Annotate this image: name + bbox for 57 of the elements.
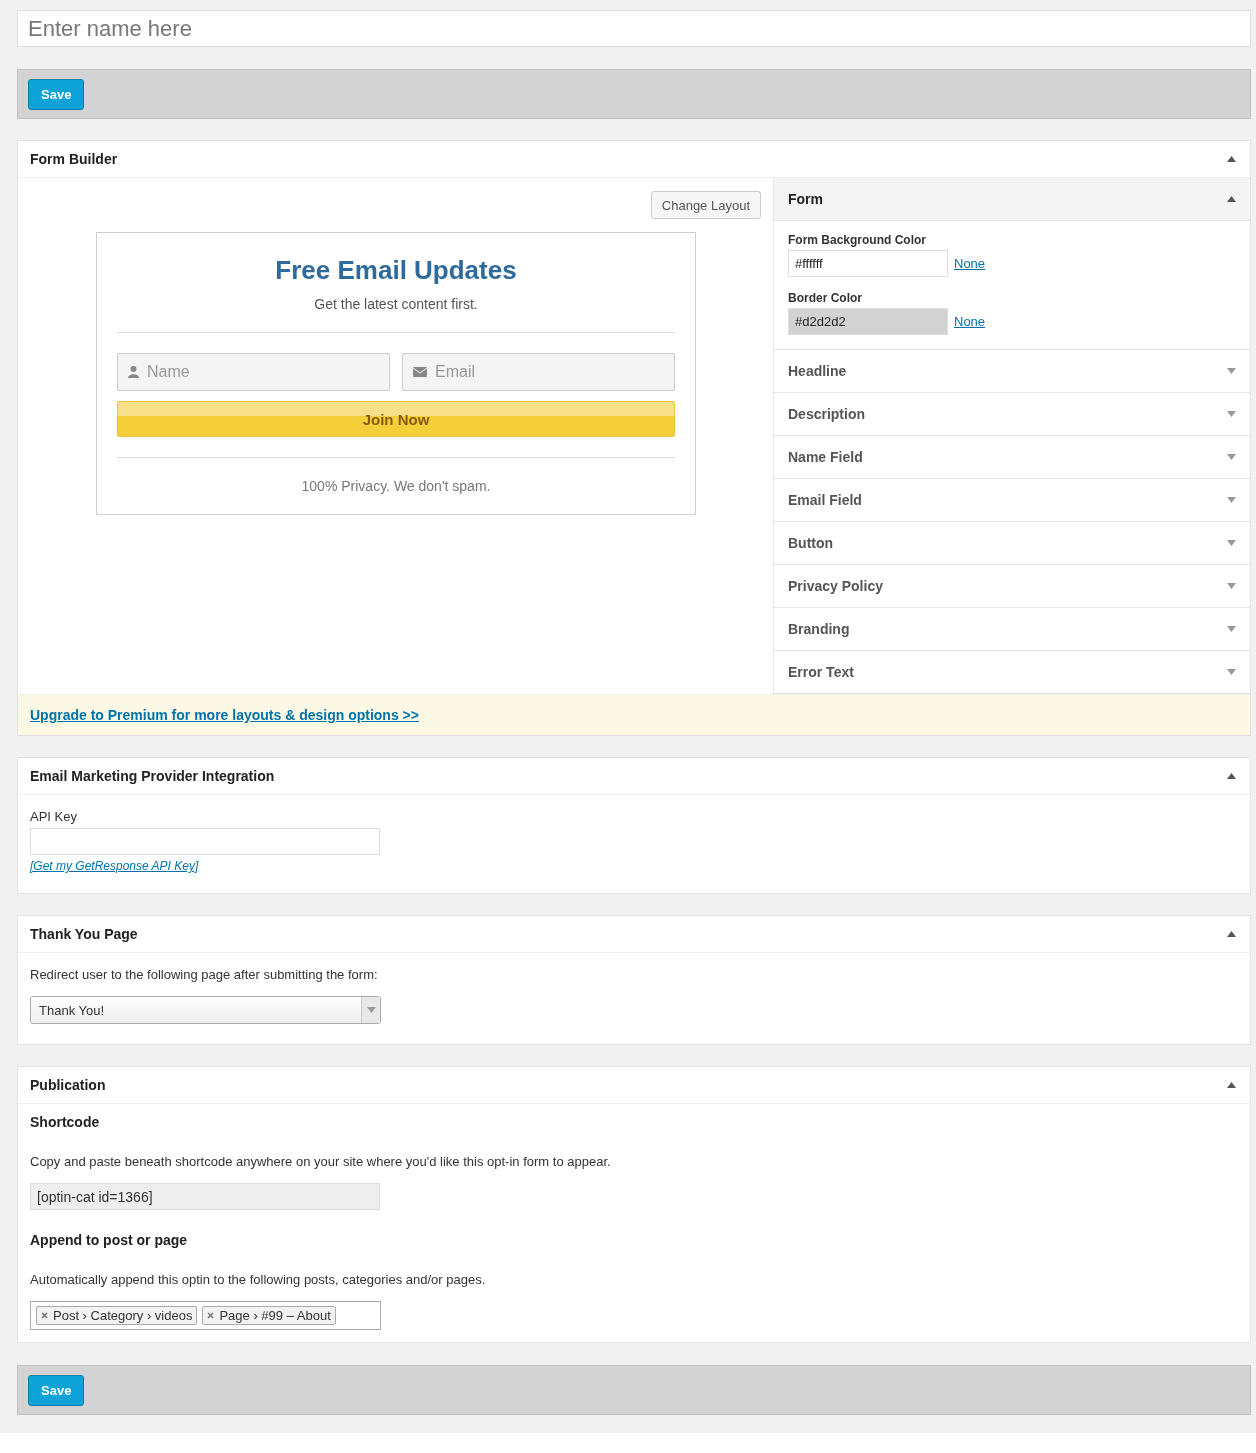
settings-section-header[interactable]: Branding bbox=[774, 608, 1250, 650]
expand-icon[interactable] bbox=[1227, 411, 1236, 417]
panel-title: Email Marketing Provider Integration bbox=[30, 768, 275, 784]
none-link[interactable]: None bbox=[954, 256, 986, 271]
api-key-field[interactable] bbox=[30, 828, 380, 855]
panel-title: Publication bbox=[30, 1077, 106, 1093]
panel-title: Form Builder bbox=[30, 151, 118, 167]
tag-chip[interactable]: Page › #99 – About bbox=[202, 1306, 336, 1325]
preview-headline: Free Email Updates bbox=[274, 255, 518, 286]
expand-icon[interactable] bbox=[1227, 497, 1236, 503]
settings-section-header[interactable]: Name Field bbox=[774, 436, 1250, 478]
expand-icon[interactable] bbox=[1227, 669, 1236, 675]
person-icon bbox=[128, 366, 139, 378]
append-text: Automatically append this optin to the following posts, categories and/or pages. bbox=[30, 1272, 487, 1287]
settings-section-header[interactable]: Email Field bbox=[774, 479, 1250, 521]
collapse-icon[interactable] bbox=[1227, 773, 1236, 779]
collapse-icon[interactable] bbox=[1227, 1082, 1236, 1088]
collapse-icon[interactable] bbox=[1227, 931, 1236, 937]
expand-icon[interactable] bbox=[1227, 626, 1236, 632]
join-button[interactable]: Join Now bbox=[117, 401, 675, 437]
remove-icon[interactable] bbox=[207, 1312, 215, 1319]
api-key-label: API Key bbox=[30, 809, 78, 824]
shortcode-text: Copy and paste beneath shortcode anywhere on your site where you'd like this opt-in form to appear. bbox=[30, 1154, 612, 1169]
change-layout-button[interactable]: Change Layout bbox=[650, 191, 761, 219]
shortcode-field[interactable]: [optin-cat id=1366] bbox=[30, 1183, 380, 1210]
settings-section-header[interactable]: Privacy Policy bbox=[774, 565, 1250, 607]
api-key-link[interactable]: [Get my GetResponse API Key] bbox=[30, 859, 199, 873]
preview-description: Get the latest content first. bbox=[313, 296, 479, 312]
expand-icon[interactable] bbox=[1227, 454, 1236, 460]
tag-chip[interactable]: Post › Category › videos bbox=[36, 1306, 198, 1325]
append-heading: Append to post or page bbox=[30, 1232, 189, 1248]
collapse-icon[interactable] bbox=[1227, 196, 1236, 202]
field-label: Form Background Color bbox=[788, 233, 927, 247]
settings-section-header[interactable]: Form bbox=[774, 178, 1250, 221]
redirect-text: Redirect user to the following page after submitting the form: bbox=[30, 967, 379, 982]
title-field[interactable]: Enter name here bbox=[17, 10, 1251, 47]
shortcode-heading: Shortcode bbox=[30, 1114, 101, 1130]
append-field[interactable]: Post › Category › videos Page › #99 – About bbox=[30, 1301, 381, 1330]
settings-section-header[interactable]: Description bbox=[774, 393, 1250, 435]
panel-title: Thank You Page bbox=[30, 926, 138, 942]
settings-section-header[interactable]: Error Text bbox=[774, 651, 1250, 693]
none-link[interactable]: None bbox=[954, 314, 986, 329]
privacy-note: 100% Privacy. We don't spam. bbox=[300, 478, 492, 494]
settings-section-header[interactable]: Button bbox=[774, 522, 1250, 564]
color-field[interactable]: #ffffff bbox=[788, 250, 948, 277]
collapse-icon[interactable] bbox=[1227, 156, 1236, 162]
upgrade-link[interactable]: Upgrade to Premium for more layouts & design options >> bbox=[30, 707, 419, 723]
envelope-icon bbox=[413, 367, 427, 377]
settings-section-header[interactable]: Headline bbox=[774, 350, 1250, 392]
remove-icon[interactable] bbox=[41, 1312, 48, 1319]
expand-icon[interactable] bbox=[1227, 368, 1236, 374]
field-label: Border Color bbox=[788, 291, 863, 305]
page-select[interactable]: Thank You! bbox=[30, 996, 381, 1024]
expand-icon[interactable] bbox=[1227, 583, 1236, 589]
expand-icon[interactable] bbox=[1227, 540, 1236, 546]
color-field[interactable]: #d2d2d2 bbox=[788, 308, 948, 335]
dropdown-arrow-icon[interactable] bbox=[366, 1007, 376, 1013]
